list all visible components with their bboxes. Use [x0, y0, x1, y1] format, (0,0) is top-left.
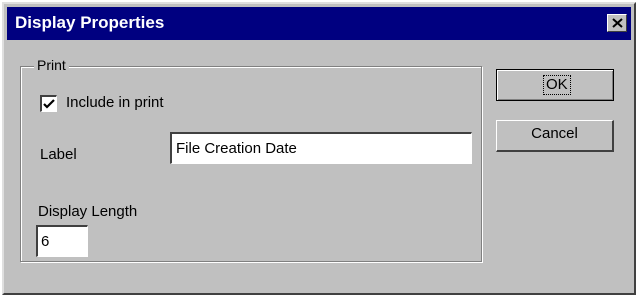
dialog-title: Display Properties: [15, 13, 165, 32]
cancel-button-label: Cancel: [531, 125, 578, 142]
display-length-input[interactable]: [36, 225, 88, 257]
ok-button-label: OK: [543, 75, 571, 95]
include-in-print-checkbox[interactable]: [40, 95, 57, 112]
close-icon: [612, 18, 623, 28]
title-bar[interactable]: Display Properties: [7, 7, 631, 40]
print-group-legend: Print: [34, 57, 69, 73]
display-length-label: Display Length: [38, 203, 138, 220]
close-button[interactable]: [607, 14, 627, 32]
cancel-button[interactable]: Cancel: [496, 120, 614, 152]
checkmark-icon: [43, 99, 55, 109]
label-field-label: Label: [40, 146, 77, 163]
ok-button[interactable]: OK: [496, 69, 614, 101]
include-in-print-label[interactable]: Include in print: [66, 94, 164, 111]
label-input[interactable]: [170, 132, 472, 164]
